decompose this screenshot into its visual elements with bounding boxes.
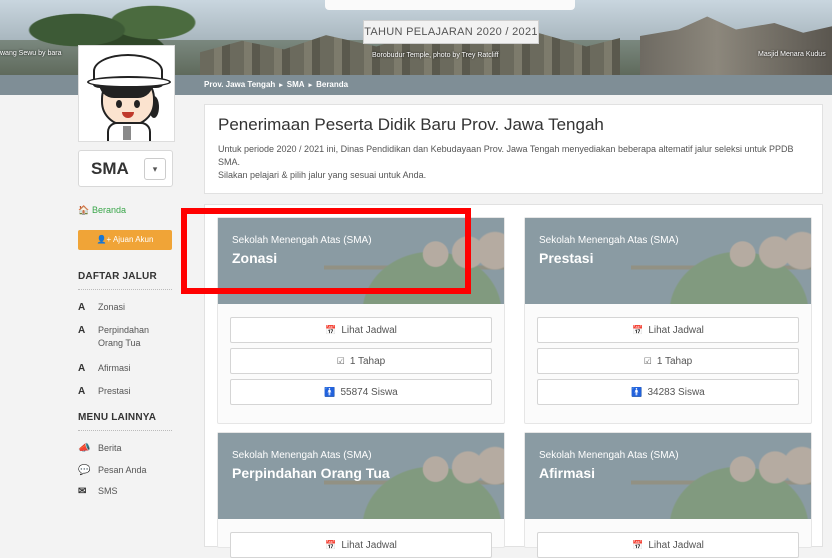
siswa-button[interactable]: 🚹 34283 Siswa [537, 379, 799, 405]
school-year-badge: TAHUN PELAJARAN 2020 / 2021 [363, 20, 539, 44]
road-icon: A [78, 386, 86, 397]
button-label: 1 Tahap [656, 356, 693, 367]
breadcrumb: Prov. Jawa Tengah ▸ SMA ▸ Beranda [204, 75, 348, 95]
lihat-jadwal-button[interactable]: 📅 Lihat Jadwal [230, 532, 492, 558]
button-label: 1 Tahap [349, 356, 386, 367]
lihat-jadwal-button[interactable]: 📅 Lihat Jadwal [537, 317, 799, 343]
person-icon: 🚹 [324, 387, 336, 397]
banner-caption-right: Masjid Menara Kudus [758, 51, 826, 58]
user-plus-icon: 👤+ [96, 235, 113, 244]
avatar [78, 45, 175, 142]
button-label: Lihat Jadwal [648, 325, 704, 336]
highlight-annotation-box [181, 208, 471, 294]
chat-icon: 💬 [78, 465, 91, 476]
button-label: 55874 Siswa [340, 387, 398, 398]
button-label: Lihat Jadwal [648, 540, 704, 551]
tahap-button[interactable]: ☑ 1 Tahap [537, 348, 799, 374]
divider [78, 430, 172, 431]
intro-paragraph-2: Silakan pelajari & pilih jalur yang sesu… [218, 170, 427, 180]
sidebar-item-label: Berita [98, 443, 122, 453]
daftar-jalur-title: DAFTAR JALUR [78, 271, 157, 282]
students-illustration [631, 433, 811, 519]
sidebar-item-label: Zonasi [98, 302, 126, 312]
tahap-button[interactable]: ☑ 1 Tahap [230, 348, 492, 374]
sidebar-item-berita[interactable]: 📣 Berita [78, 443, 122, 454]
check-square-icon: ☑ [643, 356, 652, 366]
card-header[interactable]: Sekolah Menengah Atas (SMA) Afirmasi [525, 433, 811, 519]
ajuan-akun-label: Ajuan Akun [112, 235, 154, 244]
card-title: Prestasi [539, 250, 594, 266]
sidebar-item-label: Prestasi [98, 386, 131, 396]
card-title: Perpindahan Orang Tua [232, 465, 390, 481]
menu-lainnya-title: MENU LAINNYA [78, 412, 157, 423]
sidebar-item-label: Beranda [92, 205, 127, 215]
card-subtitle: Sekolah Menengah Atas (SMA) [539, 450, 679, 461]
avatar-eye [134, 100, 140, 108]
card-subtitle: Sekolah Menengah Atas (SMA) [232, 450, 372, 461]
banner-caption-mid: Borobudur Temple, photo by Trey Ratcliff [372, 52, 499, 59]
card-prestasi[interactable]: Sekolah Menengah Atas (SMA) Prestasi 📅 Li… [524, 217, 812, 424]
avatar-eye [116, 100, 122, 108]
button-label: Lihat Jadwal [341, 325, 397, 336]
sidebar-item-label: SMS [98, 486, 118, 496]
card-title: Afirmasi [539, 465, 596, 481]
sidebar-item-prestasi[interactable]: A Prestasi [78, 386, 131, 397]
level-dropdown-button[interactable]: ▾ [144, 158, 166, 180]
breadcrumb-item-sma[interactable]: SMA [287, 80, 305, 89]
lihat-jadwal-button[interactable]: 📅 Lihat Jadwal [230, 317, 492, 343]
page-title: Penerimaan Peserta Didik Baru Prov. Jawa… [218, 115, 604, 134]
card-header[interactable]: Sekolah Menengah Atas (SMA) Prestasi [525, 218, 811, 304]
sidebar-item-beranda[interactable]: 🏠 Beranda [78, 205, 126, 216]
card-afirmasi[interactable]: Sekolah Menengah Atas (SMA) Afirmasi 📅 Li… [524, 432, 812, 558]
road-icon: A [78, 363, 86, 374]
breadcrumb-item-beranda: Beranda [316, 80, 349, 89]
level-selector[interactable]: SMA ▾ [78, 150, 173, 187]
calendar-icon: 📅 [632, 540, 644, 550]
intro-text: Untuk periode 2020 / 2021 ini, Dinas Pen… [218, 143, 798, 182]
sidebar-item-label: Pesan Anda [98, 465, 147, 475]
button-label: Lihat Jadwal [341, 540, 397, 551]
card-perpindahan[interactable]: Sekolah Menengah Atas (SMA) Perpindahan … [217, 432, 505, 558]
level-label: SMA [91, 159, 129, 178]
ajuan-akun-button[interactable]: 👤+ Ajuan Akun [78, 230, 172, 250]
avatar-cap-brim [87, 76, 171, 88]
breadcrumb-separator: ▸ [308, 82, 313, 89]
card-subtitle: Sekolah Menengah Atas (SMA) [539, 235, 679, 246]
calendar-icon: 📅 [632, 325, 644, 335]
sidebar-item-label: Afirmasi [98, 363, 131, 373]
sidebar-item-sms[interactable]: ✉ SMS [78, 486, 118, 497]
calendar-icon: 📅 [325, 540, 337, 550]
button-label: 34283 Siswa [647, 387, 705, 398]
breadcrumb-separator: ▸ [279, 82, 283, 89]
sidebar-item-zonasi[interactable]: A Zonasi [78, 302, 125, 313]
sidebar-item-perpindahan[interactable]: A Perpindahan Orang Tua [78, 324, 173, 350]
megaphone-icon: 📣 [78, 443, 91, 454]
siswa-button[interactable]: 🚹 55874 Siswa [230, 379, 492, 405]
breadcrumb-item-province[interactable]: Prov. Jawa Tengah [204, 80, 275, 89]
sidebar-item-label: Perpindahan Orang Tua [98, 325, 150, 348]
person-icon: 🚹 [631, 387, 643, 397]
check-square-icon: ☑ [336, 356, 345, 366]
sidebar-item-afirmasi[interactable]: A Afirmasi [78, 363, 131, 374]
card-header[interactable]: Sekolah Menengah Atas (SMA) Perpindahan … [218, 433, 504, 519]
road-icon: A [78, 325, 86, 336]
banner-caption-left: wang Sewu by bara [0, 50, 62, 57]
calendar-icon: 📅 [325, 325, 337, 335]
lihat-jadwal-button[interactable]: 📅 Lihat Jadwal [537, 532, 799, 558]
avatar-tie [123, 126, 131, 140]
students-illustration [631, 218, 811, 304]
intro-panel: Penerimaan Peserta Didik Baru Prov. Jawa… [204, 104, 823, 194]
divider [78, 289, 172, 290]
envelope-icon: ✉ [78, 486, 87, 497]
top-strip [325, 0, 575, 10]
sidebar-item-pesan[interactable]: 💬 Pesan Anda [78, 465, 147, 476]
road-icon: A [78, 302, 86, 313]
home-icon: 🏠 [78, 205, 90, 215]
intro-paragraph-1: Untuk periode 2020 / 2021 ini, Dinas Pen… [218, 144, 794, 167]
